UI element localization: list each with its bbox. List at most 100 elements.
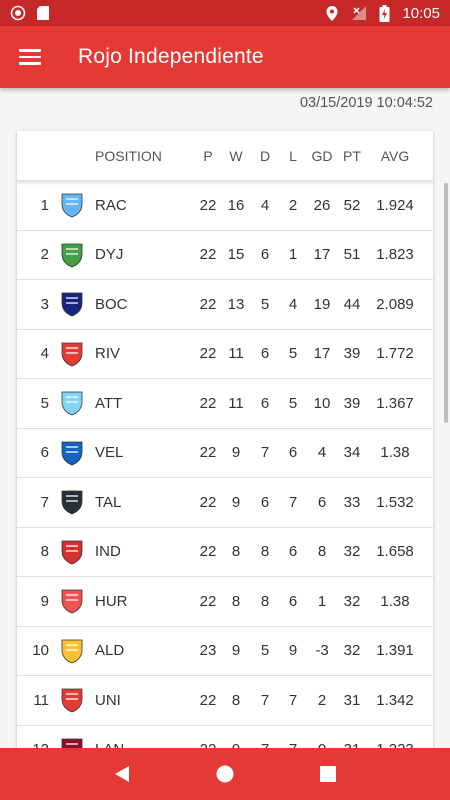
table-row[interactable]: 4 RIV 22 11 6 5 17 39 1.772 (17, 330, 433, 379)
points-cell: 44 (343, 295, 361, 313)
racing-crest-icon (49, 192, 95, 218)
record-icon (10, 5, 26, 21)
wins-cell: 8 (231, 691, 241, 709)
header-wins: W (229, 147, 243, 164)
table-row[interactable]: 2 DYJ 22 15 6 1 17 51 1.823 (17, 231, 433, 280)
table-row[interactable]: 5 ATT 22 11 6 5 10 39 1.367 (17, 379, 433, 429)
table-body: 1 RAC 22 16 4 2 26 52 1.924 2 DYJ 22 15 6 1 17 51 1.823 3 B… (17, 181, 433, 751)
header-points: PT (343, 147, 361, 164)
goal-diff-cell: 6 (317, 493, 327, 511)
played-cell: 23 (199, 642, 217, 660)
rank-cell: 6 (40, 444, 49, 462)
average-cell: 1.772 (376, 345, 414, 363)
table-row[interactable]: 11 UNI 22 8 7 7 2 31 1.342 (17, 676, 433, 726)
average-cell: 1.38 (380, 592, 410, 610)
goal-diff-cell: 19 (313, 295, 331, 313)
table-row[interactable]: 10 ALD 23 9 5 9 -3 32 1.391 (17, 627, 433, 676)
rank-cell: 7 (40, 493, 49, 511)
huracan-crest-icon (49, 588, 95, 614)
rank-cell: 5 (40, 394, 49, 412)
union-crest-icon (49, 687, 95, 713)
played-cell: 22 (199, 493, 217, 511)
rank-cell: 10 (32, 642, 49, 660)
wins-cell: 13 (227, 295, 245, 313)
app-title: Rojo Independiente (78, 45, 264, 68)
aldosivi-crest-icon (49, 638, 95, 664)
team-name-cell: VEL (95, 444, 124, 462)
average-cell: 1.367 (376, 394, 414, 412)
losses-cell: 7 (288, 691, 298, 709)
menu-button[interactable] (0, 26, 60, 88)
goal-diff-cell: 1 (317, 592, 327, 610)
wins-cell: 9 (231, 493, 241, 511)
losses-cell: 5 (288, 394, 298, 412)
team-name-cell: BOC (95, 295, 128, 313)
losses-cell: 6 (288, 543, 298, 561)
draws-cell: 5 (260, 295, 270, 313)
home-button[interactable] (205, 754, 245, 794)
team-name-cell: ATT (95, 394, 123, 412)
goal-diff-cell: 2 (317, 691, 327, 709)
draws-cell: 6 (260, 246, 270, 264)
goal-diff-cell: 8 (317, 543, 327, 561)
recents-icon (320, 766, 337, 782)
talleres-crest-icon (49, 489, 95, 515)
average-cell: 1.38 (380, 444, 410, 462)
header-average: AVG (380, 147, 410, 164)
average-cell: 1.342 (376, 691, 414, 709)
points-cell: 52 (343, 196, 361, 214)
draws-cell: 8 (260, 543, 270, 561)
rank-cell: 1 (40, 196, 49, 214)
scrollbar[interactable] (444, 183, 448, 423)
goal-diff-cell: 17 (313, 345, 331, 363)
header-losses: L (289, 147, 297, 164)
wins-cell: 15 (227, 246, 245, 264)
losses-cell: 7 (288, 493, 298, 511)
header-goal-diff: GD (311, 147, 333, 164)
losses-cell: 1 (288, 246, 298, 264)
wins-cell: 8 (231, 543, 241, 561)
signal-off-icon (352, 6, 367, 20)
table-row[interactable]: 1 RAC 22 16 4 2 26 52 1.924 (17, 181, 433, 231)
average-cell: 2.089 (376, 295, 414, 313)
independiente-crest-icon (49, 539, 95, 565)
team-name-cell: ALD (95, 642, 125, 660)
status-time: 10:05 (402, 4, 440, 22)
team-name-cell: HUR (95, 592, 128, 610)
draws-cell: 6 (260, 394, 270, 412)
table-row[interactable]: 9 HUR 22 8 8 6 1 32 1.38 (17, 577, 433, 627)
recents-button[interactable] (308, 754, 348, 794)
goal-diff-cell: 10 (313, 394, 331, 412)
tucuman-crest-icon (49, 390, 95, 416)
back-button[interactable] (102, 754, 142, 794)
table-row[interactable]: 7 TAL 22 9 6 7 6 33 1.532 (17, 478, 433, 528)
home-icon (216, 765, 234, 783)
draws-cell: 7 (260, 691, 270, 709)
standings-table: POSITION P W D L GD PT AVG 1 RAC 22 16 4 2 26 5… (17, 131, 433, 751)
hamburger-icon (19, 45, 41, 69)
goal-diff-cell: -3 (315, 642, 329, 660)
points-cell: 39 (343, 345, 361, 363)
system-nav-bar (0, 748, 450, 800)
last-updated-timestamp: 03/15/2019 10:04:52 (299, 95, 433, 111)
table-row[interactable]: 3 BOC 22 13 5 4 19 44 2.089 (17, 280, 433, 330)
draws-cell: 5 (260, 642, 270, 660)
location-icon (326, 5, 338, 21)
played-cell: 22 (199, 444, 217, 462)
average-cell: 1.391 (376, 642, 414, 660)
points-cell: 39 (343, 394, 361, 412)
played-cell: 22 (199, 691, 217, 709)
points-cell: 32 (343, 543, 361, 561)
points-cell: 32 (343, 642, 361, 660)
header-played: P (203, 147, 213, 164)
river-crest-icon (49, 341, 95, 367)
defensa-crest-icon (49, 242, 95, 268)
table-row[interactable]: 8 IND 22 8 8 6 8 32 1.658 (17, 528, 433, 577)
table-row[interactable]: 6 VEL 22 9 7 6 4 34 1.38 (17, 429, 433, 478)
boca-crest-icon (49, 291, 95, 317)
draws-cell: 7 (260, 444, 270, 462)
points-cell: 33 (343, 493, 361, 511)
team-name-cell: IND (95, 543, 121, 561)
battery-charging-icon (379, 4, 390, 22)
velez-crest-icon (49, 440, 95, 466)
